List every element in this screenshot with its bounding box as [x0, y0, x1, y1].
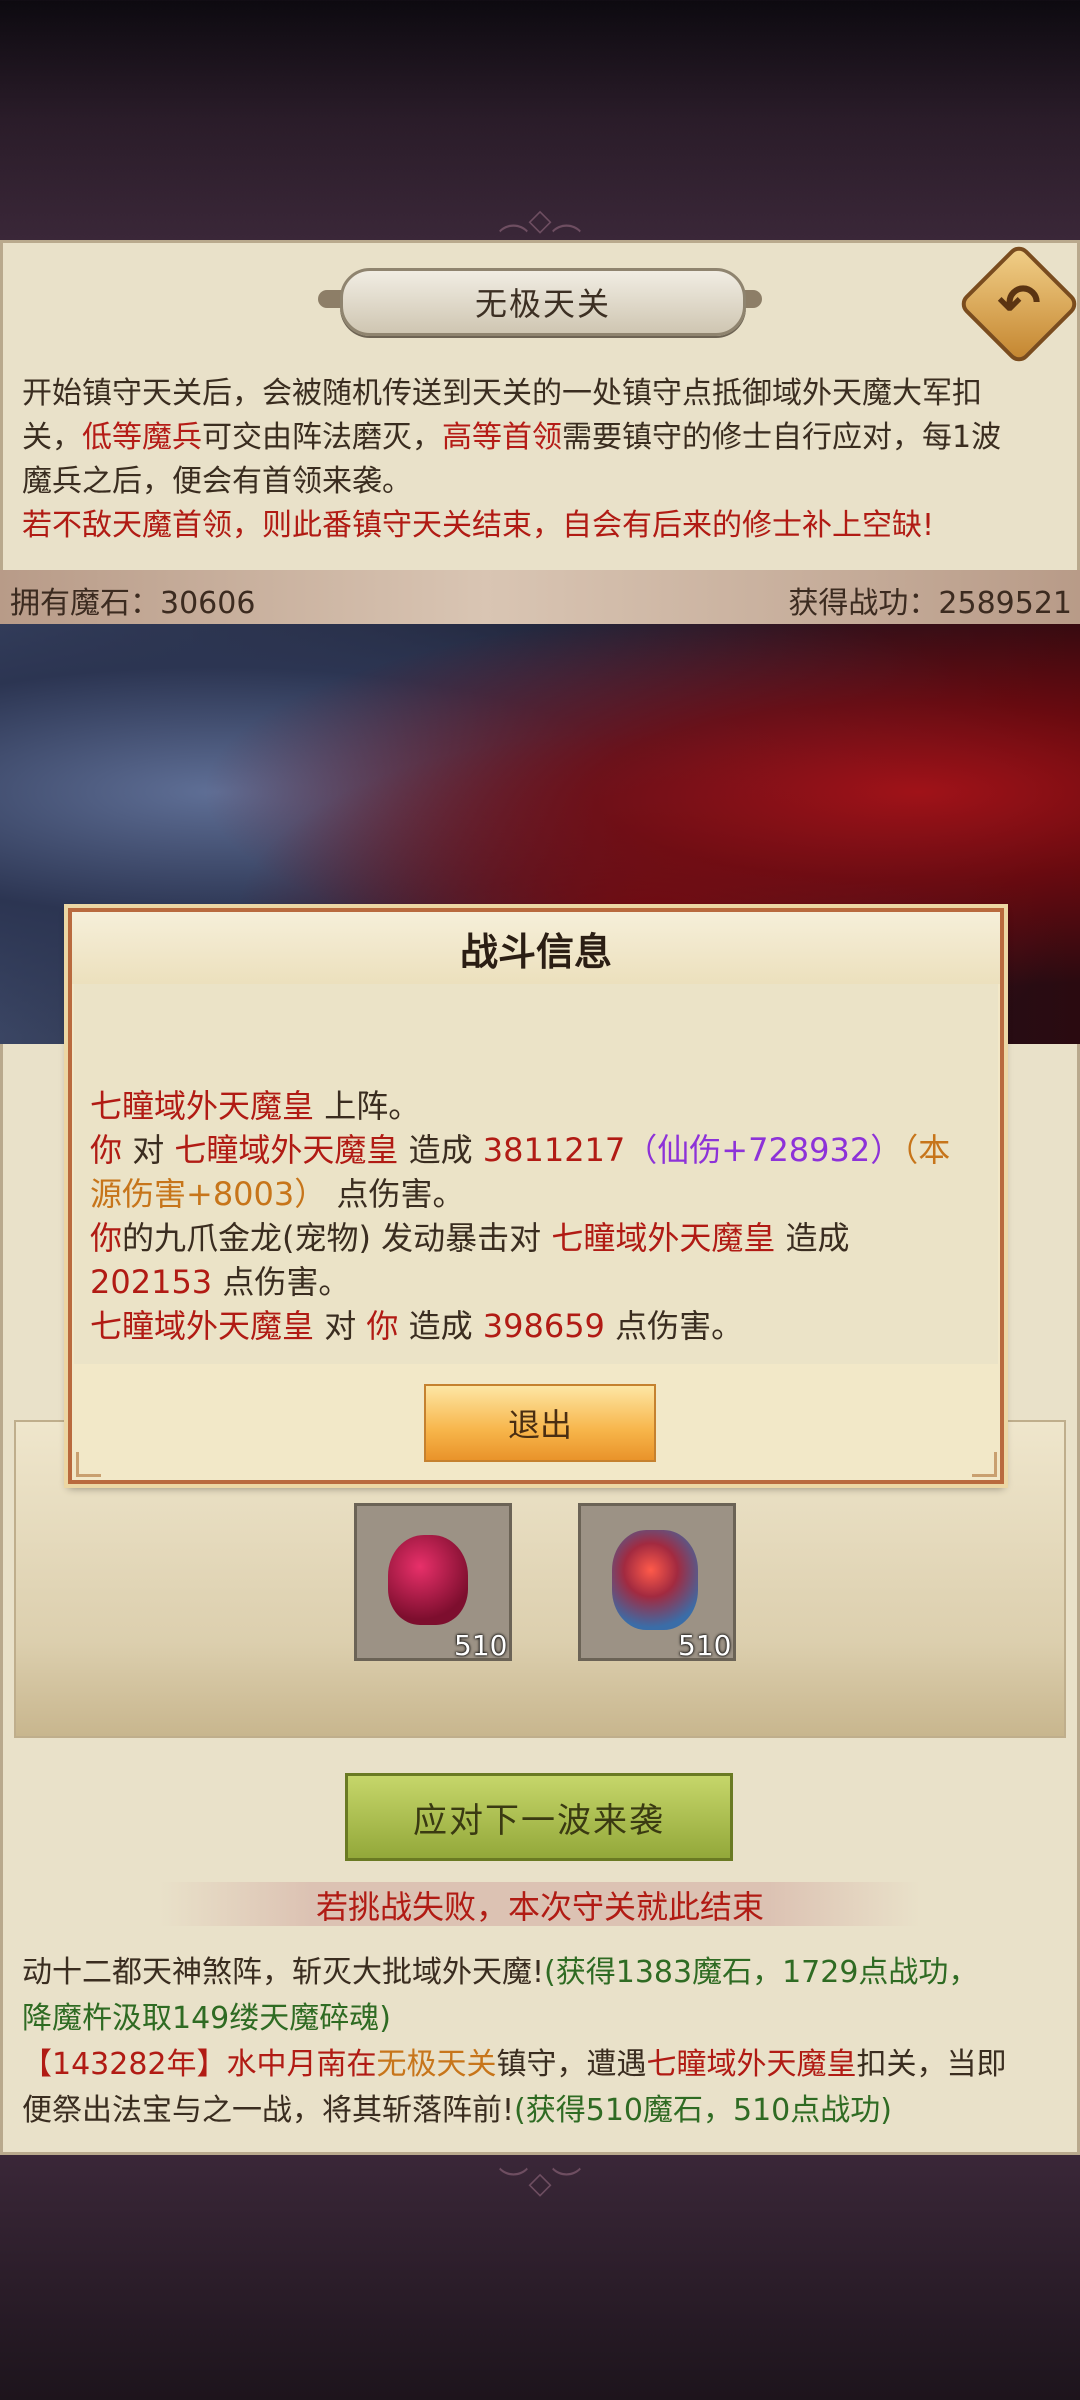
- page-title: 无极天关: [340, 268, 746, 336]
- log-line: 【143282年】水中月南在无极天关镇守，遭遇七瞳域外天魔皇扣关，当即: [22, 2047, 1007, 2082]
- battle-message: 七瞳域外天魔皇 上阵。: [90, 1087, 421, 1125]
- bottom-ornament: ︶◇︶: [498, 2166, 582, 2201]
- dialog-corner-ornament: [972, 1452, 997, 1477]
- log-line: 便祭出法宝与之一战，将其斩落阵前!(获得510魔石，510点战功): [22, 2093, 892, 2128]
- top-ornament: ︵◇︵: [498, 203, 582, 238]
- reward-count-2: 510: [678, 1629, 732, 1662]
- fail-notice: 若挑战失败，本次守关就此结束: [315, 1888, 764, 1926]
- next-wave-button[interactable]: 应对下一波来袭: [345, 1773, 733, 1861]
- battle-messages: 七瞳域外天魔皇 上阵。 你 对 七瞳域外天魔皇 造成 3811217（仙伤+72…: [90, 1084, 980, 1348]
- reward-count-1: 510: [454, 1629, 508, 1662]
- battle-message: 七瞳域外天魔皇 对 你 造成 398659 点伤害。: [90, 1307, 744, 1345]
- rules-description: 开始镇守天关后，会被随机传送到天关的一处镇守点抵御域外天魔大军扣 关，低等魔兵可…: [22, 372, 1062, 548]
- merit-count: 获得战功：2589521: [788, 586, 1072, 621]
- dialog-title: 战斗信息: [72, 912, 1000, 984]
- next-wave-label: 应对下一波来袭: [413, 1800, 665, 1841]
- battle-message: 你的九爪金龙(宠物) 发动暴击对 七瞳域外天魔皇 造成 202153 点伤害。: [90, 1219, 850, 1301]
- blue-red-token-icon: [612, 1530, 698, 1630]
- dialog-corner-ornament: [76, 1452, 101, 1477]
- desc-line: 魔兵之后，便会有首领来袭。: [22, 464, 412, 499]
- demon-stone-count: 拥有魔石：30606: [10, 586, 256, 621]
- desc-line: 关，低等魔兵可交由阵法磨灭，高等首领需要镇守的修士自行应对，每1波: [22, 420, 1002, 455]
- exit-label: 退出: [507, 1406, 572, 1444]
- exit-button[interactable]: 退出: [424, 1384, 656, 1462]
- low-tier-label: 低等魔兵: [82, 420, 202, 455]
- page-title-text: 无极天关: [474, 285, 611, 323]
- battle-message: 你 对 七瞳域外天魔皇 造成 3811217（仙伤+728932）（本源伤害+8…: [90, 1131, 951, 1213]
- log-line: 降魔杵汲取149缕天魔碎魂): [22, 2001, 391, 2036]
- red-demon-stone-icon: [388, 1535, 468, 1625]
- high-tier-label: 高等首领: [442, 420, 562, 455]
- back-arrow-icon[interactable]: ↶: [983, 272, 1055, 336]
- desc-warning: 若不敌天魔首领，则此番镇守天关结束，自会有后来的修士补上空缺!: [22, 508, 935, 543]
- desc-line: 开始镇守天关后，会被随机传送到天关的一处镇守点抵御域外天魔大军扣: [22, 376, 982, 411]
- log-line: 动十二都天神煞阵，斩灭大批域外天魔!(获得1383魔石，1729点战功，: [22, 1955, 979, 1990]
- battle-log: 动十二都天神煞阵，斩灭大批域外天魔!(获得1383魔石，1729点战功， 降魔杵…: [22, 1950, 1062, 2134]
